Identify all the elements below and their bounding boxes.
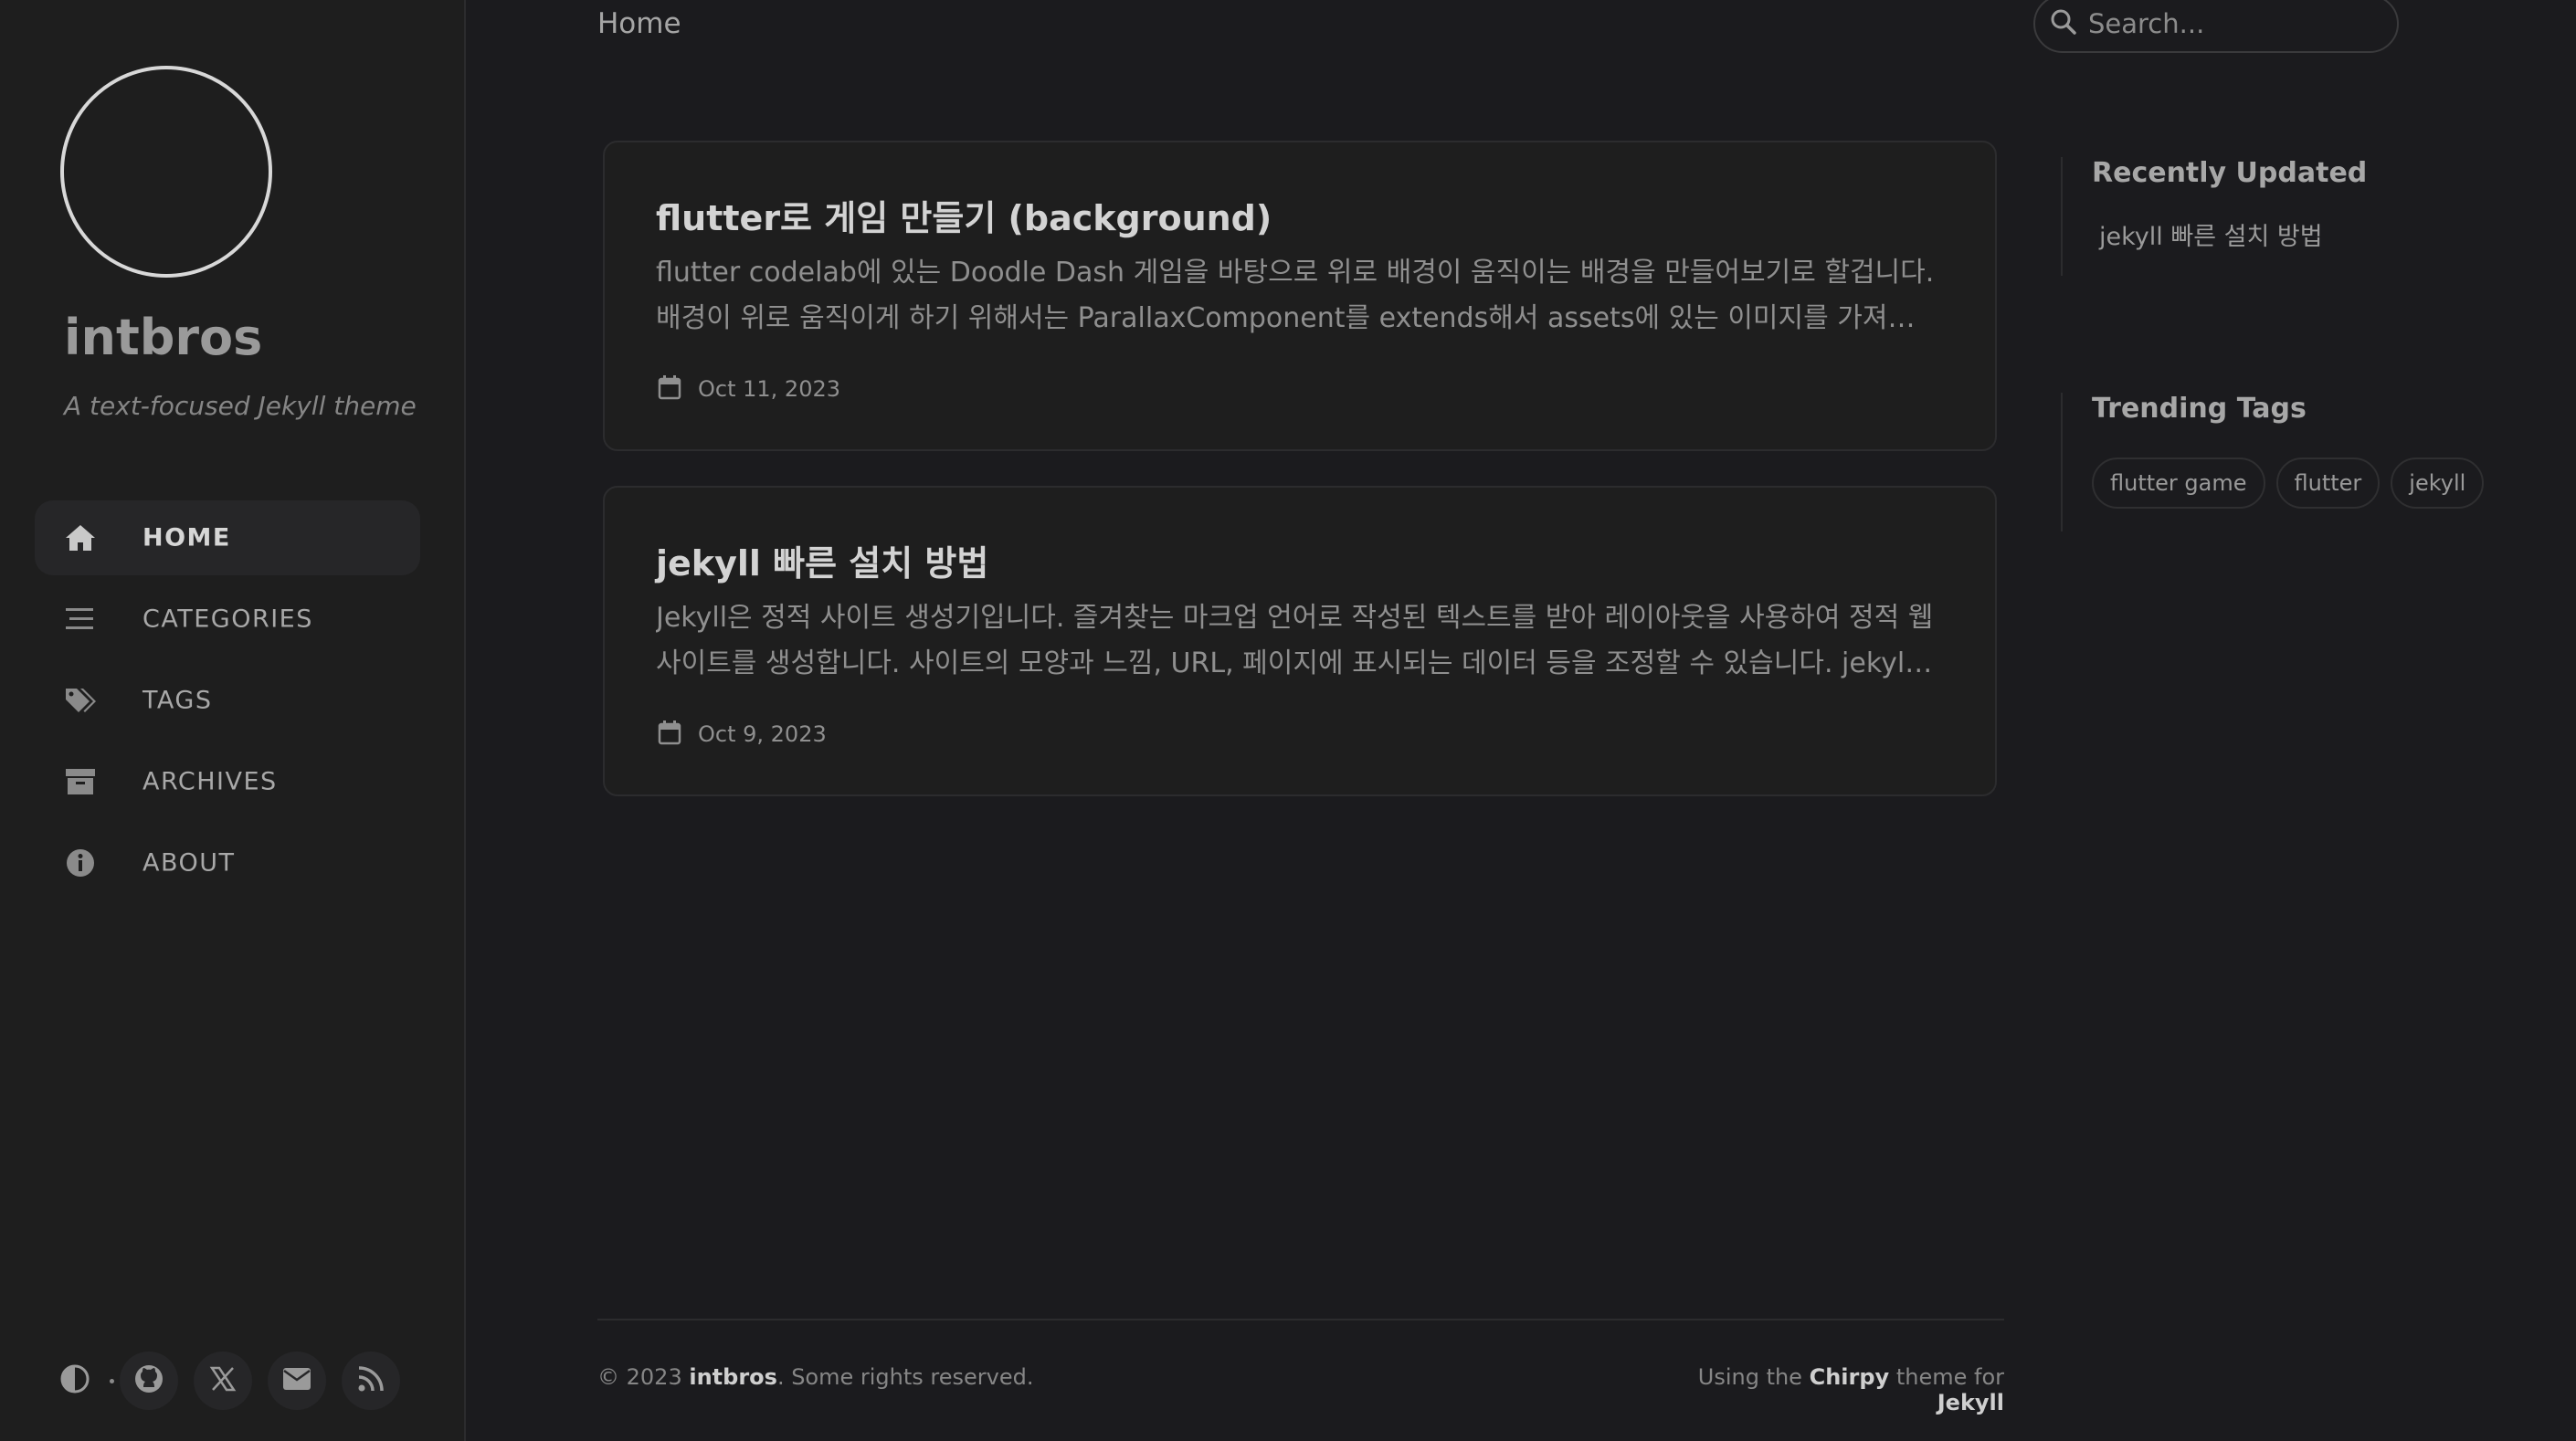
sidebar-item-label: ABOUT	[143, 848, 236, 878]
tag-flutter-game[interactable]: flutter game	[2092, 458, 2265, 509]
sidebar-item-tags[interactable]: TAGS	[35, 663, 420, 738]
sidebar-item-label: ARCHIVES	[143, 767, 278, 796]
tag-flutter[interactable]: flutter	[2275, 458, 2381, 509]
post-title[interactable]: jekyll 빠른 설치 방법	[656, 535, 988, 585]
copyright-prefix: © 2023	[597, 1364, 682, 1390]
tag-jekyll[interactable]: jekyll	[2391, 458, 2485, 509]
search-box[interactable]	[2033, 0, 2399, 53]
sidebar-item-label: HOME	[143, 523, 231, 552]
theme-toggle-button[interactable]	[46, 1352, 104, 1410]
search-input[interactable]	[2088, 8, 2381, 39]
calendar-icon	[658, 720, 681, 749]
breadcrumb: Home	[597, 7, 681, 40]
x-twitter-icon	[209, 1365, 237, 1396]
sidebar: intbros A text-focused Jekyll theme HOME…	[0, 0, 466, 1441]
email-icon	[282, 1367, 311, 1394]
footer-divider	[597, 1319, 2004, 1320]
post-date: Oct 9, 2023	[698, 721, 827, 747]
trending-tags-panel: Trending Tags flutter game flutter jekyl…	[2061, 393, 2495, 531]
email-link[interactable]	[268, 1352, 326, 1410]
home-icon	[64, 521, 97, 554]
info-circle-icon	[64, 847, 97, 879]
stream-icon	[64, 603, 97, 636]
jekyll-link[interactable]: Jekyll	[1937, 1390, 2004, 1415]
footer-credits: Using the Chirpy theme for Jekyll	[1675, 1364, 2004, 1415]
github-link[interactable]	[120, 1352, 178, 1410]
sidebar-item-categories[interactable]: CATEGORIES	[35, 582, 420, 657]
calendar-icon	[658, 374, 681, 404]
post-card[interactable]: jekyll 빠른 설치 방법 Jekyll은 정적 사이트 생성기입니다. 즐…	[603, 486, 1997, 796]
rss-icon	[357, 1365, 385, 1396]
theme-toggle-icon	[59, 1363, 90, 1398]
archive-icon	[64, 765, 97, 798]
sidebar-item-label: TAGS	[143, 686, 213, 715]
credits-prefix: Using the	[1697, 1364, 1802, 1390]
tag-list: flutter game flutter jekyll	[2092, 458, 2495, 509]
post-excerpt: Jekyll은 정적 사이트 생성기입니다. 즐겨찾는 마크업 언어로 작성된 …	[656, 602, 1934, 679]
recently-updated-heading: Recently Updated	[2092, 157, 2368, 189]
sidebar-item-home[interactable]: HOME	[35, 500, 420, 575]
tags-icon	[64, 684, 97, 717]
trending-tags-heading: Trending Tags	[2092, 393, 2307, 425]
post-card[interactable]: flutter로 게임 만들기 (background) flutter cod…	[603, 141, 1997, 451]
sidebar-item-about[interactable]: ABOUT	[35, 826, 420, 900]
sidebar-item-archives[interactable]: ARCHIVES	[35, 744, 420, 819]
avatar[interactable]	[60, 66, 272, 278]
separator-dot	[110, 1378, 114, 1383]
github-icon	[133, 1363, 164, 1398]
rss-link[interactable]	[342, 1352, 400, 1410]
chirpy-link[interactable]: Chirpy	[1810, 1364, 1890, 1390]
sidebar-item-label: CATEGORIES	[143, 605, 313, 634]
footer-owner-link[interactable]: intbros	[689, 1364, 777, 1390]
post-meta: Oct 9, 2023	[658, 720, 827, 749]
search-icon	[2050, 8, 2077, 39]
recently-updated-panel: Recently Updated jekyll 빠른 설치 방법	[2061, 157, 2367, 276]
recent-post-link[interactable]: jekyll 빠른 설치 방법	[2099, 216, 2367, 252]
footer-copyright: © 2023 intbros. Some rights reserved.	[597, 1364, 1033, 1390]
post-excerpt: flutter codelab에 있는 Doodle Dash 게임을 바탕으로…	[656, 257, 1935, 334]
sidebar-bottom-links	[46, 1352, 400, 1410]
post-date: Oct 11, 2023	[698, 376, 840, 402]
post-title[interactable]: flutter로 게임 만들기 (background)	[656, 190, 1272, 240]
site-subtitle: A text-focused Jekyll theme	[64, 391, 417, 421]
credits-mid: theme for	[1895, 1364, 2004, 1390]
post-meta: Oct 11, 2023	[658, 374, 840, 404]
x-twitter-link[interactable]	[194, 1352, 252, 1410]
copyright-suffix: . Some rights reserved.	[776, 1364, 1034, 1390]
site-title[interactable]: intbros	[64, 309, 262, 366]
sidebar-nav: HOME CATEGORIES TAGS ARCHIVES ABOUT	[35, 500, 420, 907]
